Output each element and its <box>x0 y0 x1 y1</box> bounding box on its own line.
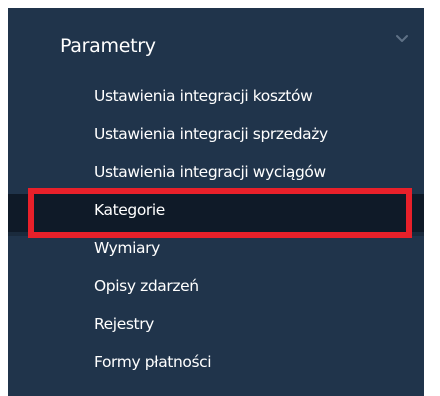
menu-item-formy-platnosci[interactable]: Formy płatności <box>8 346 424 384</box>
section-title: Parametry <box>60 35 156 57</box>
menu-item-ustawienia-integracji-sprzedazy[interactable]: Ustawienia integracji sprzedaży <box>8 118 424 156</box>
menu-item-label: Opisy zdarzeń <box>94 277 199 295</box>
chevron-down-icon <box>394 30 410 46</box>
menu-item-rejestry[interactable]: Rejestry <box>8 308 424 346</box>
parametry-submenu: Ustawienia integracji kosztów Ustawienia… <box>8 80 424 384</box>
screenshot-canvas: Parametry Ustawienia integracji kosztów … <box>0 0 440 396</box>
menu-item-label: Ustawienia integracji sprzedaży <box>94 125 328 143</box>
menu-item-label: Ustawienia integracji wyciągów <box>94 163 326 181</box>
menu-item-ustawienia-integracji-wyciagow[interactable]: Ustawienia integracji wyciągów <box>8 156 424 194</box>
menu-item-label: Kategorie <box>94 201 165 219</box>
menu-item-ustawienia-integracji-kosztow[interactable]: Ustawienia integracji kosztów <box>8 80 424 118</box>
menu-item-label: Wymiary <box>94 239 160 257</box>
menu-item-label: Ustawienia integracji kosztów <box>94 87 313 105</box>
menu-item-kategorie[interactable]: Kategorie <box>8 194 424 236</box>
menu-item-wymiary[interactable]: Wymiary <box>8 232 424 270</box>
menu-item-opisy-zdarzen[interactable]: Opisy zdarzeń <box>8 270 424 308</box>
menu-item-label: Rejestry <box>94 315 154 333</box>
menu-item-label: Formy płatności <box>94 353 212 371</box>
parametry-section-header[interactable]: Parametry <box>8 8 424 74</box>
